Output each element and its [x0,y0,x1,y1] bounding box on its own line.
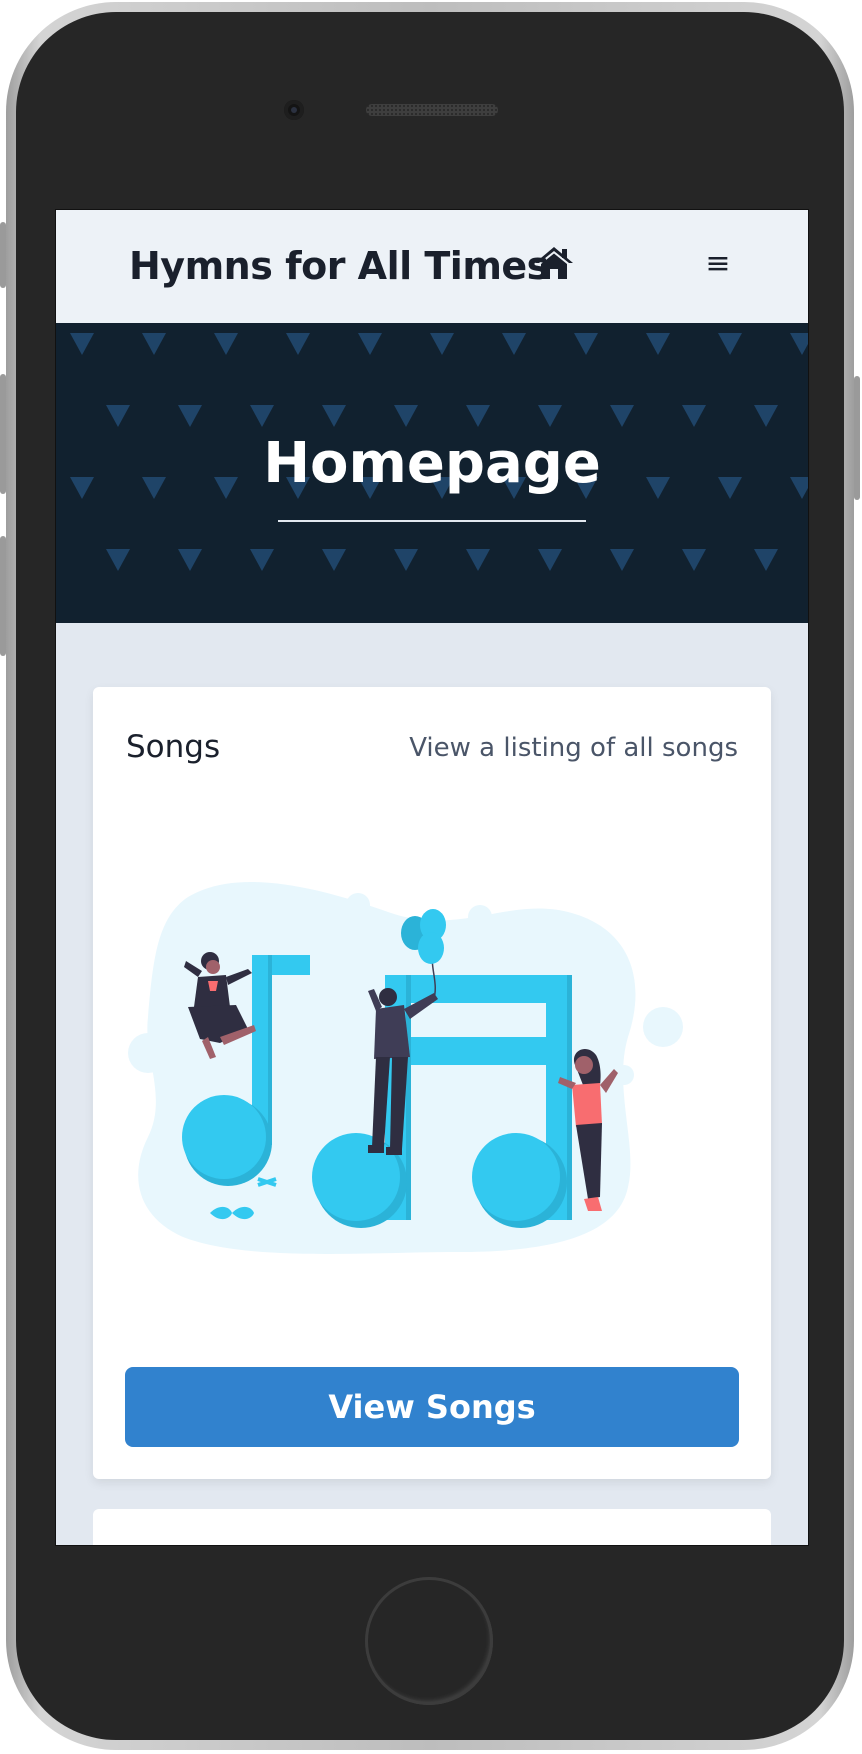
card-title: Songs [126,729,221,765]
songs-card: Songs View a listing of all songs View S… [93,687,771,1479]
pattern-triangle [178,405,202,427]
phone-home-button[interactable] [365,1577,493,1705]
power-button [854,376,860,500]
pattern-triangle [718,333,742,355]
pattern-triangle [610,549,634,571]
volume-up-button [0,374,6,494]
pattern-triangle [466,549,490,571]
card-subtitle: View a listing of all songs [409,733,738,763]
pattern-triangle [214,333,238,355]
pattern-triangle [106,405,130,427]
pattern-triangle [754,549,778,571]
heading-underline [278,520,586,522]
volume-down-button [0,536,6,656]
hamburger-menu-icon[interactable]: ≡ [698,246,738,282]
pattern-triangle [646,333,670,355]
site-title[interactable]: Hymns for All Times [129,244,549,288]
pattern-triangle [574,333,598,355]
pattern-triangle [466,405,490,427]
hero-banner: Homepage [56,323,808,623]
pattern-triangle [394,549,418,571]
pattern-triangle [754,405,778,427]
pattern-triangle [790,333,808,355]
page-heading: Homepage [263,431,601,496]
pattern-triangle [394,405,418,427]
pattern-triangle [250,549,274,571]
pattern-triangle [682,549,706,571]
pattern-triangle [358,333,382,355]
pattern-triangle [70,333,94,355]
pattern-triangle [142,333,166,355]
pattern-triangle [682,405,706,427]
earpiece-speaker [366,104,498,116]
pattern-triangle [250,405,274,427]
pattern-triangle [322,405,346,427]
pattern-triangle [610,405,634,427]
view-songs-button[interactable]: View Songs [125,1367,739,1447]
pattern-triangle [502,333,526,355]
pattern-triangle [286,333,310,355]
pattern-triangle [106,549,130,571]
next-card [93,1509,771,1545]
pattern-triangle [538,549,562,571]
pattern-triangle [538,405,562,427]
pattern-triangle [178,549,202,571]
mute-switch [0,222,6,288]
navbar: Hymns for All Times ≡ [56,210,808,324]
music-notes-people-illustration [128,881,683,1254]
pattern-triangle [430,333,454,355]
front-camera [284,100,304,120]
pattern-triangle [322,549,346,571]
home-icon[interactable] [532,244,576,282]
screen: Hymns for All Times ≡ Homepage Songs Vie… [55,209,809,1546]
